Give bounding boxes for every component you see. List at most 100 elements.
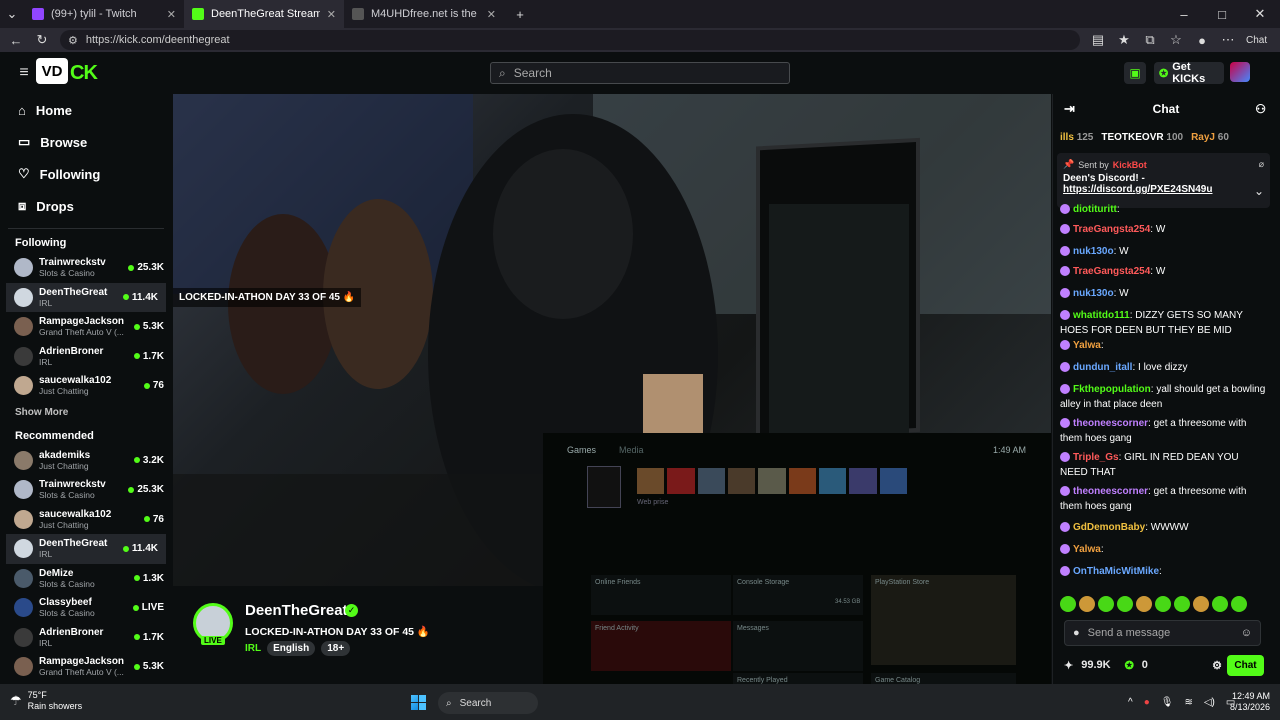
- hide-pin-icon[interactable]: ⌀: [1259, 159, 1264, 170]
- streamer-name[interactable]: DeenTheGreat: [245, 602, 348, 619]
- viewer-count: 1.7K: [142, 350, 164, 362]
- send-chat-button[interactable]: Chat: [1227, 655, 1264, 676]
- chat-settings-icon[interactable]: ⚙: [1212, 659, 1222, 672]
- tab-twitch[interactable]: (99+) tylil - Twitch ✕: [24, 0, 184, 28]
- channel-item[interactable]: Classybeef Slots & Casino LIVE: [0, 593, 172, 623]
- chat-username[interactable]: diotituritt: [1073, 204, 1117, 215]
- pinned-link[interactable]: https://discord.gg/PXE24SN49u: [1063, 184, 1212, 198]
- chat-username[interactable]: TraeGangsta254: [1073, 266, 1150, 277]
- chat-username[interactable]: OnThaMicWitMike: [1073, 566, 1159, 577]
- emote-icon[interactable]: [1193, 596, 1209, 612]
- points-balance[interactable]: 0: [1142, 659, 1148, 671]
- chevron-up-icon[interactable]: ^: [1128, 697, 1133, 708]
- nav-following[interactable]: ♡ Following: [0, 158, 172, 190]
- emote-icon[interactable]: [1060, 596, 1076, 612]
- wifi-icon[interactable]: ≋: [1184, 697, 1192, 708]
- taskbar-search[interactable]: ⌕ Search: [438, 692, 538, 714]
- favorites-icon[interactable]: ☆: [1168, 32, 1184, 48]
- tab-m4uhd[interactable]: M4UHDfree.net is the official hom... ✕: [344, 0, 504, 28]
- menu-icon[interactable]: ⋯: [1220, 32, 1236, 48]
- kick-logo[interactable]: CK: [70, 62, 98, 85]
- channel-item[interactable]: Trainwreckstv Slots & Casino 25.3K: [0, 253, 172, 283]
- kicks-balance[interactable]: 99.9K: [1081, 659, 1110, 671]
- emoji-icon[interactable]: ☺: [1241, 627, 1252, 639]
- profile-icon[interactable]: ●: [1194, 33, 1210, 48]
- channel-item[interactable]: saucewalka102 Just Chatting 76: [0, 371, 172, 401]
- back-icon[interactable]: ←: [8, 33, 24, 48]
- url-field[interactable]: ⚙ https://kick.com/deenthegreat: [60, 30, 1080, 50]
- channel-item[interactable]: akademiks Just Chatting 3.2K: [0, 446, 172, 476]
- chat-input[interactable]: ● Send a message ☺: [1064, 620, 1261, 646]
- chat-username[interactable]: theoneescorner: [1073, 418, 1148, 429]
- chat-username[interactable]: TraeGangsta254: [1073, 224, 1150, 235]
- tag-mature[interactable]: 18+: [321, 641, 351, 656]
- channel-item[interactable]: AdrienBroner IRL 1.7K: [0, 623, 172, 653]
- emote-icon[interactable]: [1155, 596, 1171, 612]
- nav-drops[interactable]: ⧈ Drops: [0, 190, 172, 222]
- users-icon[interactable]: ⚇: [1255, 102, 1266, 116]
- emote-icon[interactable]: [1079, 596, 1095, 612]
- close-icon[interactable]: ✕: [327, 8, 336, 21]
- emote-icon[interactable]: [1174, 596, 1190, 612]
- channel-item[interactable]: saucewalka102 Just Chatting 76: [0, 505, 172, 535]
- notifications-icon[interactable]: ▣: [1124, 62, 1146, 84]
- gifter[interactable]: TEOTKEOVR 100: [1101, 132, 1183, 143]
- emote-icon[interactable]: [1117, 596, 1133, 612]
- reader-icon[interactable]: ▤: [1090, 32, 1106, 48]
- collapse-chat-icon[interactable]: ⇥: [1064, 101, 1075, 117]
- chat-username[interactable]: dundun_itall: [1073, 362, 1132, 373]
- channel-item[interactable]: DeenTheGreat IRL 11.4K: [6, 534, 166, 564]
- chat-username[interactable]: theoneescorner: [1073, 486, 1148, 497]
- chat-username[interactable]: nuk130o: [1073, 246, 1114, 257]
- minimize-icon[interactable]: –: [1176, 7, 1192, 22]
- channel-item[interactable]: RampageJackson Grand Theft Auto V (... 5.3…: [0, 652, 172, 682]
- emote-icon[interactable]: [1231, 596, 1247, 612]
- chat-username[interactable]: Yalwa: [1073, 544, 1101, 555]
- clock[interactable]: 12:49 AM 8/13/2026: [1200, 691, 1270, 713]
- reload-icon[interactable]: ↻: [34, 32, 50, 48]
- tag-language[interactable]: English: [267, 641, 316, 656]
- chat-message: nuk130o: W: [1052, 244, 1274, 259]
- browser-chat-button[interactable]: Chat: [1246, 35, 1267, 46]
- emote-icon[interactable]: [1136, 596, 1152, 612]
- channel-item[interactable]: RampageJackson Grand Theft Auto V (... 5.3…: [0, 312, 172, 342]
- nav-home[interactable]: ⌂ Home: [0, 94, 172, 126]
- expand-pin-icon[interactable]: ⌄: [1254, 184, 1264, 198]
- mic-icon[interactable]: 🎙: [1161, 697, 1174, 708]
- chat-username[interactable]: whatitdo111: [1073, 310, 1130, 321]
- chat-input-dot-icon: ●: [1073, 627, 1080, 639]
- search-input[interactable]: ⌕ Search: [490, 62, 790, 84]
- close-icon[interactable]: ✕: [487, 8, 496, 21]
- hamburger-menu-icon[interactable]: ≡: [16, 64, 32, 82]
- chat-username[interactable]: GdDemonBaby: [1073, 522, 1145, 533]
- bookmark-icon[interactable]: ★: [1116, 32, 1132, 48]
- category-link[interactable]: IRL: [245, 643, 261, 654]
- new-tab-icon[interactable]: +: [512, 7, 528, 22]
- user-avatar[interactable]: [1230, 62, 1250, 82]
- channel-item[interactable]: Trainwreckstv Slots & Casino 25.3K: [0, 475, 172, 505]
- emote-icon[interactable]: [1098, 596, 1114, 612]
- chat-username[interactable]: Triple_Gs: [1073, 452, 1119, 463]
- show-more-button[interactable]: Show More: [0, 401, 172, 422]
- nav-browse[interactable]: ▭ Browse: [0, 126, 172, 158]
- chat-username[interactable]: nuk130o: [1073, 288, 1114, 299]
- tab-list-icon[interactable]: ⌄: [4, 6, 20, 22]
- channel-item[interactable]: DeMize Slots & Casino 1.3K: [0, 564, 172, 594]
- tab-kick[interactable]: DeenTheGreat Stream - Watch... ✕: [184, 0, 344, 28]
- maximize-icon[interactable]: □: [1214, 7, 1230, 22]
- close-window-icon[interactable]: ✕: [1252, 6, 1268, 22]
- close-icon[interactable]: ✕: [167, 8, 176, 21]
- site-info-icon[interactable]: ⚙: [68, 34, 78, 47]
- chat-username[interactable]: Yalwa: [1073, 340, 1101, 351]
- drops-icon: ⧈: [18, 198, 27, 213]
- chat-username[interactable]: Fkthepopulation: [1073, 384, 1151, 395]
- app-tray-icon[interactable]: ●: [1144, 697, 1150, 708]
- gifter[interactable]: ills 125: [1060, 132, 1093, 143]
- emote-icon[interactable]: [1212, 596, 1228, 612]
- extensions-icon[interactable]: ⧉: [1142, 32, 1158, 48]
- gifter[interactable]: RayJ 60: [1191, 132, 1229, 143]
- channel-item[interactable]: DeenTheGreat IRL 11.4K: [6, 282, 166, 312]
- channel-item[interactable]: AdrienBroner IRL 1.7K: [0, 342, 172, 372]
- weather-widget[interactable]: ☂ 75°F Rain showers: [10, 690, 82, 712]
- get-kicks-button[interactable]: ✪ Get KICKs: [1154, 61, 1224, 85]
